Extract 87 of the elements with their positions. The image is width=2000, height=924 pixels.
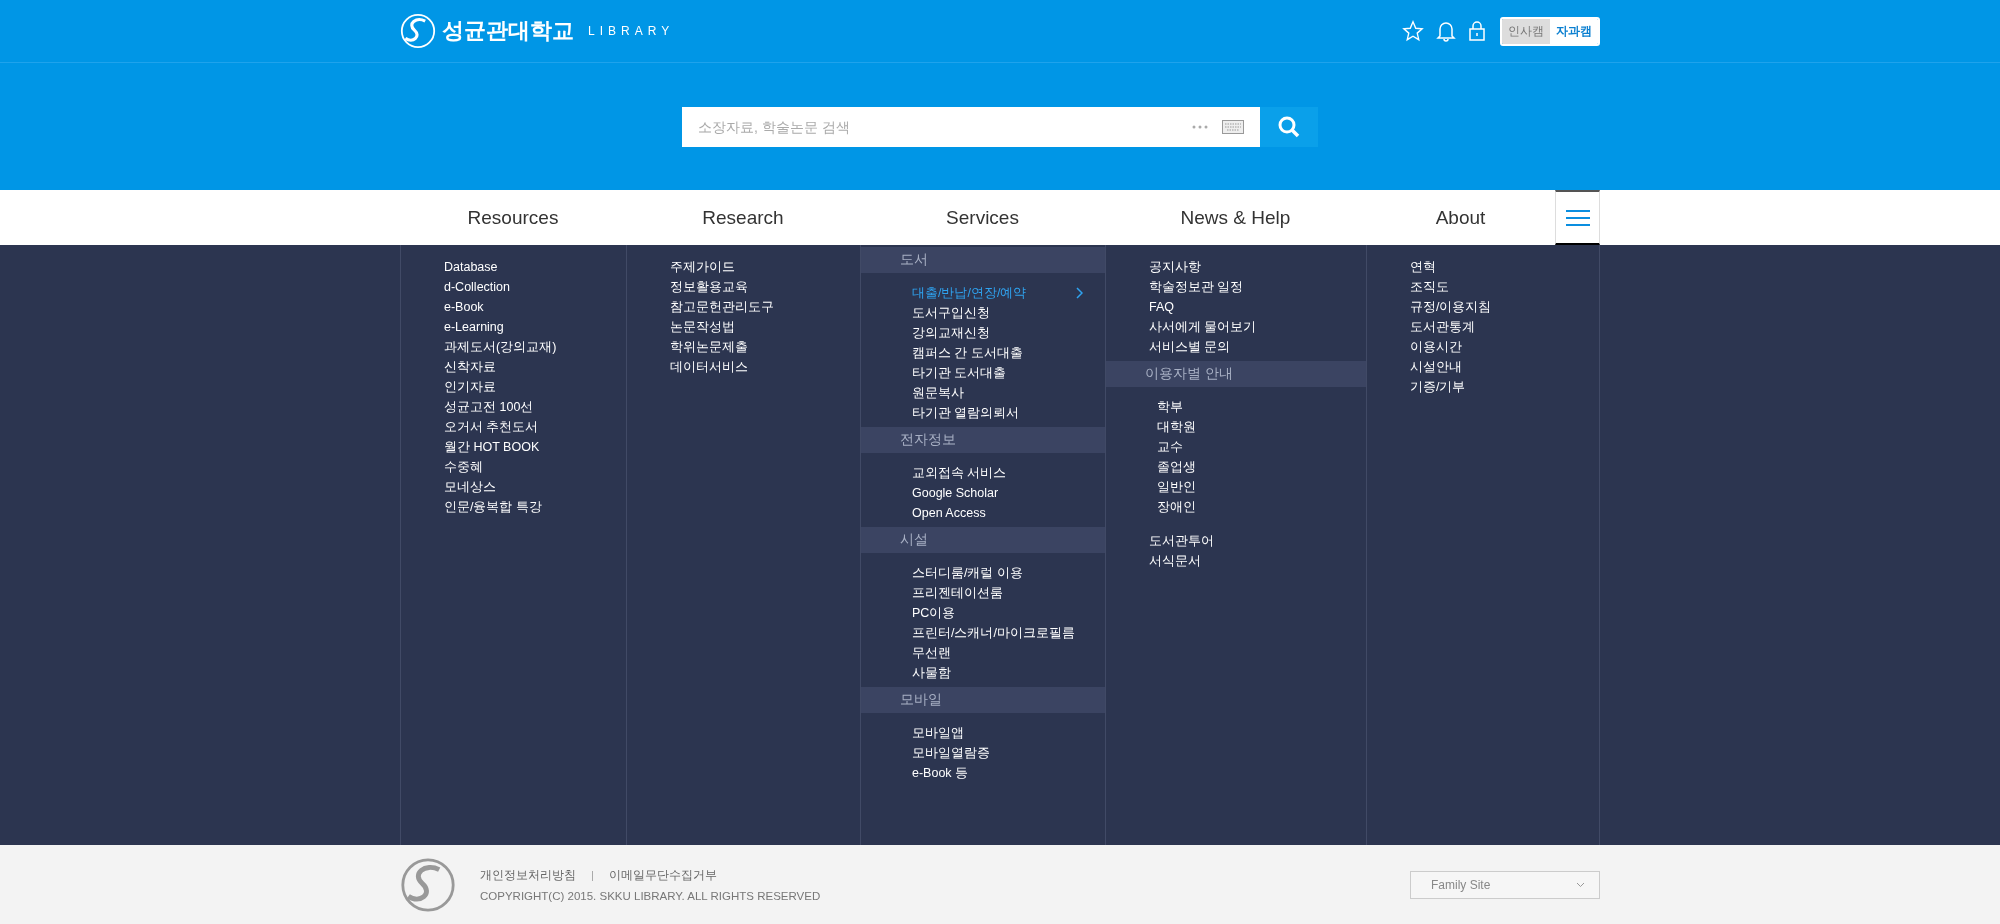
campus-tab[interactable]: 자과캠 — [1550, 18, 1598, 44]
submenu-link[interactable]: 타기관 도서대출 — [912, 366, 1007, 380]
submenu-link[interactable]: 장애인 — [1157, 500, 1196, 514]
submenu-link[interactable]: d-Collection — [444, 280, 510, 294]
nav-menu-item[interactable]: Resources — [467, 206, 559, 229]
submenu-link[interactable]: 프린터/스캐너/마이크로필름 — [912, 626, 1075, 640]
submenu-link[interactable]: 졸업생 — [1157, 460, 1196, 474]
submenu-link[interactable]: 규정/이용지침 — [1410, 300, 1492, 314]
submenu-link[interactable]: e-Book — [444, 300, 484, 314]
submenu-link[interactable]: 강의교재신청 — [912, 326, 990, 340]
submenu-link[interactable]: 모바일열람증 — [912, 746, 990, 760]
submenu-link[interactable]: 시설안내 — [1410, 360, 1462, 374]
submenu-link[interactable]: PC이용 — [912, 606, 956, 620]
submenu-link[interactable]: 학부 — [1157, 400, 1183, 414]
nav-menu-item[interactable]: About — [1435, 206, 1486, 229]
submenu-link[interactable]: 도서구입신청 — [912, 306, 990, 320]
nav-menu-item[interactable]: News & Help — [1180, 206, 1291, 229]
submenu-link[interactable]: 서비스별 문의 — [1149, 340, 1231, 354]
submenu-link[interactable]: 인문/융복합 특강 — [444, 500, 542, 514]
submenu-link[interactable]: 대학원 — [1157, 420, 1196, 434]
menu-icon — [1565, 209, 1590, 226]
submenu-link[interactable]: 프리젠테이션룸 — [912, 586, 1003, 600]
submenu-link[interactable]: 도서관통계 — [1410, 320, 1475, 334]
submenu-link[interactable]: 일반인 — [1157, 480, 1196, 494]
chevron-right-icon — [1076, 287, 1083, 299]
submenu-link[interactable]: Database — [444, 260, 498, 274]
footer-link[interactable]: 이메일무단수집거부 — [609, 867, 717, 884]
submenu-link[interactable]: 과제도서(강의교재) — [444, 340, 557, 354]
submenu-link[interactable]: Google Scholar — [912, 486, 999, 500]
submenu-link[interactable]: 신착자료 — [444, 360, 496, 374]
menu-section-heading: 이용자별 안내 — [1106, 361, 1366, 387]
logo-subtitle: LIBRARY — [588, 24, 675, 38]
submenu-link[interactable]: 연혁 — [1410, 260, 1436, 274]
search-icon — [1277, 115, 1301, 139]
nav-menu-item[interactable]: Research — [702, 206, 784, 229]
copyright-text: COPYRIGHT(C) 2015. SKKU LIBRARY. ALL RIGHTS RESERVED — [480, 890, 821, 902]
submenu-link[interactable]: 스터디룸/캐럴 이용 — [912, 566, 1023, 580]
search-button[interactable] — [1260, 107, 1318, 147]
submenu-link[interactable]: e-Book 등 — [912, 766, 969, 780]
submenu-link[interactable]: 학술정보관 일정 — [1149, 280, 1244, 294]
submenu-link[interactable]: 오거서 추천도서 — [444, 420, 539, 434]
submenu-link[interactable]: 서식문서 — [1149, 554, 1201, 568]
menu-button[interactable] — [1555, 190, 1600, 245]
submenu-link[interactable]: 사물함 — [912, 666, 951, 680]
lock-icon[interactable] — [1468, 20, 1486, 42]
submenu-link[interactable]: e-Learning — [444, 320, 504, 334]
submenu-link[interactable]: 무선랜 — [912, 646, 951, 660]
footer-link[interactable]: 개인정보처리방침 — [480, 867, 576, 884]
submenu-link[interactable]: 모네상스 — [444, 480, 496, 494]
submenu-link[interactable]: 교외접속 서비스 — [912, 466, 1007, 480]
submenu-link[interactable]: 데이터서비스 — [670, 360, 748, 374]
submenu-link[interactable]: 조직도 — [1410, 280, 1449, 294]
submenu-link[interactable]: 월간 HOT BOOK — [444, 440, 540, 454]
submenu-link[interactable]: 원문복사 — [912, 386, 964, 400]
submenu-link[interactable]: Open Access — [912, 506, 986, 520]
submenu-link[interactable]: 수중혜 — [444, 460, 483, 474]
submenu-link[interactable]: 성균고전 100선 — [444, 400, 534, 414]
nav-menu-item[interactable]: Services — [946, 206, 1019, 229]
submenu-link[interactable]: 이용시간 — [1410, 340, 1462, 354]
keyboard-icon[interactable] — [1222, 120, 1244, 134]
star-icon[interactable] — [1402, 20, 1424, 42]
submenu-link[interactable]: 모바일앱 — [912, 726, 964, 740]
submenu-link[interactable]: 인기자료 — [444, 380, 496, 394]
submenu-link[interactable]: 대출/반납/연장/예약 — [912, 286, 1027, 300]
submenu-link[interactable]: 교수 — [1157, 440, 1183, 454]
menu-section-heading: 전자정보 — [861, 427, 1105, 453]
more-icon[interactable] — [1192, 125, 1208, 129]
menu-section-heading: 도서 — [861, 247, 1105, 273]
submenu-link[interactable]: 사서에게 물어보기 — [1149, 320, 1257, 334]
emblem-icon — [400, 13, 436, 49]
submenu-link[interactable]: 논문작성법 — [670, 320, 735, 334]
caret-icon — [1576, 881, 1585, 888]
submenu-link[interactable]: 캠퍼스 간 도서대출 — [912, 346, 1023, 360]
submenu-link[interactable]: 공지사항 — [1149, 260, 1201, 274]
submenu-link[interactable]: 정보활용교육 — [670, 280, 748, 294]
submenu-link[interactable]: FAQ — [1149, 300, 1174, 314]
submenu-link[interactable]: 타기관 열람의뢰서 — [912, 406, 1020, 420]
submenu-link[interactable]: 참고문헌관리도구 — [670, 300, 774, 314]
submenu-link[interactable]: 학위논문제출 — [670, 340, 748, 354]
submenu-link[interactable]: 주제가이드 — [670, 260, 735, 274]
search-bar[interactable]: 소장자료, 학술논문 검색 — [682, 107, 1260, 147]
menu-section-heading: 모바일 — [861, 687, 1105, 713]
submenu-link[interactable]: 기증/기부 — [1410, 380, 1466, 394]
bell-icon[interactable] — [1436, 20, 1456, 42]
menu-section-heading: 시설 — [861, 527, 1105, 553]
submenu-link[interactable]: 도서관투어 — [1149, 534, 1214, 548]
emblem-icon — [400, 856, 456, 913]
